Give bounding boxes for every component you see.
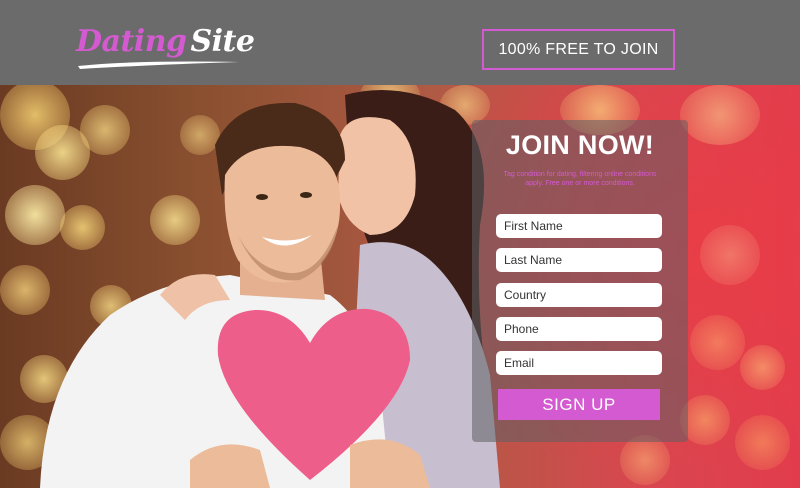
sign-up-button[interactable]: SIGN UP [498, 389, 660, 420]
free-to-join-badge: 100% FREE TO JOIN [482, 29, 675, 70]
country-input[interactable] [496, 283, 662, 307]
join-now-title: JOIN NOW! [505, 130, 655, 160]
phone-input[interactable] [496, 317, 662, 341]
form-subtitle: Tag condition for dating, filtering onli… [503, 171, 657, 187]
first-name-input[interactable] [496, 214, 662, 238]
last-name-input[interactable] [496, 248, 662, 272]
email-input[interactable] [496, 351, 662, 375]
site-header: Dating Site 100% FREE TO JOIN [0, 0, 800, 85]
site-logo[interactable]: Dating Site [76, 24, 255, 72]
logo-swoosh [78, 61, 239, 69]
signup-form: JOIN NOW! Tag condition for dating, filt… [472, 120, 688, 442]
